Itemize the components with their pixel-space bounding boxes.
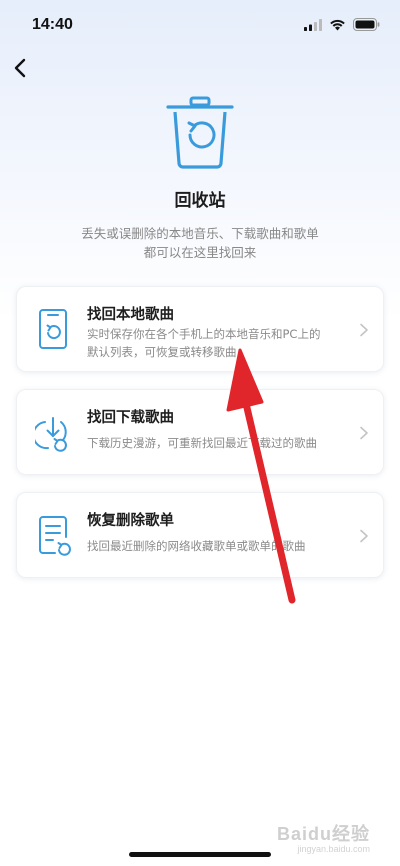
back-button[interactable] [6,54,34,82]
wifi-icon [330,19,345,30]
chevron-right-icon [360,323,368,337]
chevron-right-icon [360,426,368,440]
home-indicator [129,852,271,857]
option-card-recover-local-songs[interactable]: 找回本地歌曲 实时保存你在各个手机上的本地音乐和PC上的 默认列表，可恢复或转移… [16,286,384,372]
chevron-right-icon [360,529,368,543]
subtitle-line-2: 都可以在这里找回来 [143,245,257,260]
option-description-line-2: 默认列表，可恢复或转移歌曲 [87,345,237,359]
phone-restore-icon [39,309,67,349]
battery-icon [353,18,380,31]
status-time: 14:40 [32,16,73,33]
option-description: 下载历史漫游，可重新找回最近下载过的歌曲 [87,436,317,450]
option-description: 找回最近删除的网络收藏歌单或歌单的歌曲 [87,539,306,553]
option-title: 恢复删除歌单 [87,513,174,529]
watermark: Baidu经验 [276,824,370,844]
option-card-recover-downloaded-songs[interactable]: 找回下载歌曲 下载历史漫游，可重新找回最近下载过的歌曲 [16,389,384,475]
option-title: 找回下载歌曲 [87,410,174,426]
watermark-url: jingyan.baidu.com [297,844,370,854]
playlist-restore-icon [39,516,71,556]
status-bar: 14:40 [0,0,400,50]
page-subtitle: 丢失或误删除的本地音乐、下载歌曲和歌单 都可以在这里找回来 [50,224,350,262]
option-description: 实时保存你在各个手机上的本地音乐和PC上的 默认列表，可恢复或转移歌曲 [87,325,349,361]
cellular-signal-icon [304,18,322,31]
page-title: 回收站 [174,191,226,211]
subtitle-line-1: 丢失或误删除的本地音乐、下载歌曲和歌单 [81,226,319,241]
download-restore-icon [35,417,67,452]
status-icons [304,18,380,31]
chevron-left-icon [14,58,26,78]
option-title: 找回本地歌曲 [87,307,174,323]
trash-restore-icon [166,96,234,169]
option-description-line-1: 实时保存你在各个手机上的本地音乐和PC上的 [87,327,321,341]
option-card-restore-deleted-playlists[interactable]: 恢复删除歌单 找回最近删除的网络收藏歌单或歌单的歌曲 [16,492,384,578]
